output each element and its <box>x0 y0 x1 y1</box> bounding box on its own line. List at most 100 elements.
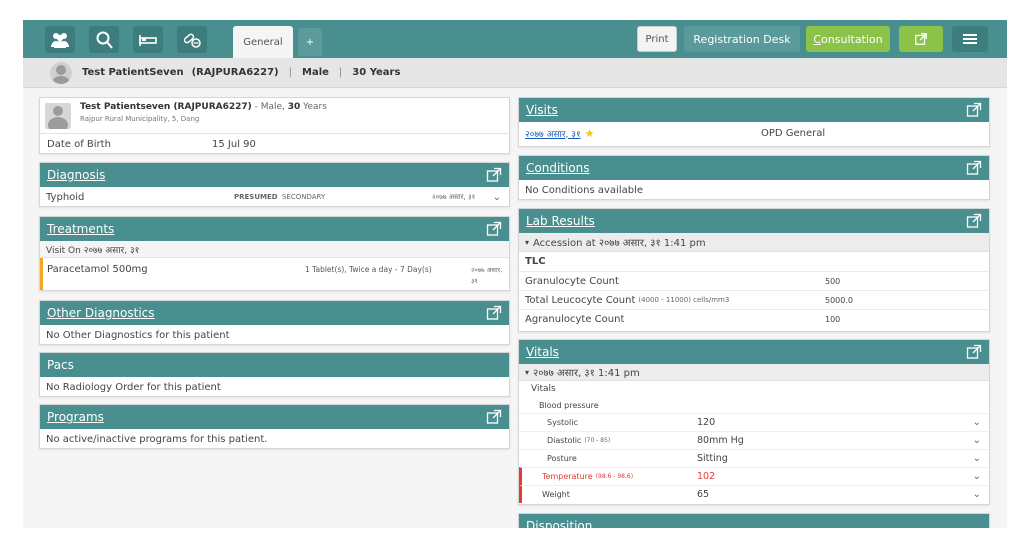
vitals-date-row[interactable]: ▾ २०७७ असार, ३१ 1:41 pm <box>519 364 989 381</box>
disposition-title[interactable]: Disposition <box>526 519 592 528</box>
external-link-icon[interactable] <box>966 160 982 176</box>
chevron-down-icon[interactable]: ⌄ <box>973 489 981 500</box>
chevron-down-icon[interactable]: ⌄ <box>973 417 981 428</box>
bed-icon[interactable] <box>133 26 163 53</box>
diagnosis-certainty: PRESUMED <box>234 193 278 201</box>
pacs-message: No Radiology Order for this patient <box>46 381 221 393</box>
diagnosis-title[interactable]: Diagnosis <box>47 168 105 182</box>
lab-row: Agranulocyte Count 100 <box>519 309 989 328</box>
patient-header-strip: Test PatientSeven (RAJPURA6227) | Male |… <box>23 58 1007 88</box>
vitals-header: Vitals <box>519 340 989 364</box>
visits-panel: Visits २०७७ असार, ३१ ★ OPD General <box>518 97 990 147</box>
conditions-panel: Conditions No Conditions available <box>518 155 990 200</box>
chevron-down-icon[interactable]: ⌄ <box>973 435 981 446</box>
lab-test-value: 500 <box>825 276 841 286</box>
avatar <box>50 61 72 84</box>
patient-info-card: Test Patientseven (RAJPURA6227) - Male, … <box>39 97 510 154</box>
vitals-row-abnormal[interactable]: Temperature (98.6 - 98.6) 102 ⌄ <box>519 467 989 485</box>
conditions-message: No Conditions available <box>525 184 644 196</box>
external-link-icon[interactable] <box>486 221 502 237</box>
consultation-label: onsultation <box>821 32 883 46</box>
programs-message: No active/inactive programs for this pat… <box>46 433 268 445</box>
programs-panel: Programs No active/inactive programs for… <box>39 404 510 449</box>
hamburger-menu-icon <box>963 34 977 44</box>
external-link-icon[interactable] <box>966 213 982 229</box>
vitals-row[interactable]: Systolic 120 ⌄ <box>519 413 989 431</box>
programs-title[interactable]: Programs <box>47 410 104 424</box>
lab-results-header: Lab Results <box>519 209 989 233</box>
patients-icon[interactable] <box>45 26 75 53</box>
menu-button[interactable] <box>952 26 988 52</box>
patient-name: Test PatientSeven <box>82 67 184 78</box>
vital-range: (70 - 85) <box>584 437 611 444</box>
treatment-date-line1: २०७७ असार, <box>471 266 503 274</box>
external-link-icon[interactable] <box>486 409 502 425</box>
lab-row: Granulocyte Count 500 <box>519 271 989 290</box>
other-diagnostics-title[interactable]: Other Diagnostics <box>47 306 155 320</box>
vital-label: Posture <box>547 454 577 463</box>
vital-label: Temperature <box>542 472 593 481</box>
caret-down-icon: ▾ <box>525 367 530 377</box>
pills-icon[interactable] <box>177 26 207 53</box>
add-tab-button[interactable]: + <box>298 28 322 56</box>
treatment-drug: Paracetamol 500mg <box>47 264 148 275</box>
chevron-down-icon[interactable]: ⌄ <box>493 192 501 203</box>
conditions-title[interactable]: Conditions <box>526 161 590 175</box>
lab-test-value: 5000.0 <box>825 295 853 305</box>
print-button[interactable]: Print <box>637 26 677 52</box>
visit-date-link[interactable]: २०७७ असार, ३१ <box>525 127 581 140</box>
vital-label: Systolic <box>547 418 578 427</box>
star-icon: ★ <box>584 126 595 140</box>
open-external-button[interactable] <box>899 26 943 52</box>
dob-label: Date of Birth <box>47 139 111 150</box>
dob-value: 15 Jul 90 <box>212 139 256 150</box>
patient-address: Rajpur Rural Municipality, 5, Dang <box>80 115 200 123</box>
vital-value: 102 <box>697 471 716 482</box>
chevron-down-icon[interactable]: ⌄ <box>973 453 981 464</box>
consultation-button[interactable]: Consultation <box>806 26 890 52</box>
other-diagnostics-message: No Other Diagnostics for this patient <box>46 329 230 341</box>
vital-range: (98.6 - 98.6) <box>595 473 634 480</box>
treatment-date-line2: ३१ <box>471 277 478 285</box>
external-link-icon[interactable] <box>966 344 982 360</box>
diagnosis-row[interactable]: Typhoid PRESUMED SECONDARY २०७७ असार, ३१… <box>40 187 509 206</box>
treatments-title[interactable]: Treatments <box>47 222 114 236</box>
lab-results-title[interactable]: Lab Results <box>526 214 595 228</box>
lab-test-range: (4000 - 11000) cells/mm3 <box>638 296 730 304</box>
treatments-panel: Treatments Visit On २०७७ असार, ३१ Parace… <box>39 216 510 291</box>
lab-test-value: 100 <box>825 314 841 324</box>
chevron-down-icon[interactable]: ⌄ <box>973 471 981 482</box>
tab-general[interactable]: General <box>233 26 293 58</box>
vital-label: Weight <box>542 490 570 499</box>
programs-header: Programs <box>40 405 509 429</box>
vital-value: Sitting <box>697 453 728 464</box>
search-icon[interactable] <box>89 26 119 53</box>
vitals-title[interactable]: Vitals <box>526 345 559 359</box>
patient-card-summary-suffix: Years <box>300 102 327 112</box>
visits-header: Visits <box>519 98 989 122</box>
external-link-icon[interactable] <box>486 167 502 183</box>
treatment-visit-label: Visit On २०७७ असार, ३१ <box>40 241 509 258</box>
visit-type: OPD General <box>761 127 826 139</box>
disposition-panel: Disposition <box>518 513 990 528</box>
vitals-date: २०७७ असार, ३१ 1:41 pm <box>533 368 640 379</box>
vitals-row[interactable]: Diastolic (70 - 85) 80mm Hg ⌄ <box>519 431 989 449</box>
vital-label: Diastolic <box>547 436 582 445</box>
lab-accession-row[interactable]: ▾ Accession at २०७७ असार, ३१ 1:41 pm <box>519 233 989 252</box>
pacs-title: Pacs <box>47 358 74 372</box>
patient-card-summary-prefix: - Male, <box>251 102 288 112</box>
patient-card-age: 30 <box>287 102 301 112</box>
vitals-panel: Vitals ▾ २०७७ असार, ३१ 1:41 pm Vitals Bl… <box>518 339 990 505</box>
visits-title[interactable]: Visits <box>526 103 558 117</box>
external-link-icon[interactable] <box>966 102 982 118</box>
external-link-icon <box>915 33 927 45</box>
registration-desk-button[interactable]: Registration Desk <box>684 26 800 52</box>
treatment-row[interactable]: Paracetamol 500mg 1 Tablet(s), Twice a d… <box>40 258 509 290</box>
vitals-row[interactable]: Weight 65 ⌄ <box>519 485 989 503</box>
vitals-row[interactable]: Posture Sitting ⌄ <box>519 449 989 467</box>
patient-id: (RAJPURA6227) <box>191 67 279 78</box>
vitals-group-label: Vitals <box>531 384 556 394</box>
external-link-icon[interactable] <box>486 305 502 321</box>
lab-test-label: Agranulocyte Count <box>525 313 625 325</box>
separator: | <box>338 67 343 78</box>
